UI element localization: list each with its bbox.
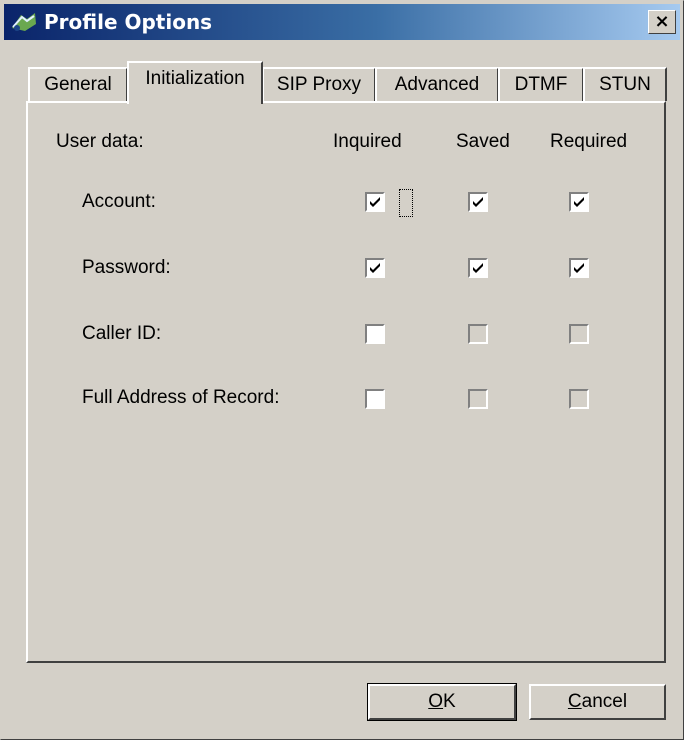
checkmark-icon <box>473 263 483 273</box>
tab-advanced-label: Advanced <box>394 74 480 95</box>
cancel-label: ancel <box>581 691 628 712</box>
close-button[interactable]: × <box>648 10 676 34</box>
caller-id-required-checkbox[interactable] <box>569 324 589 344</box>
window-title: Profile Options <box>44 10 213 34</box>
password-required-checkbox[interactable] <box>569 258 589 278</box>
checkmark-icon <box>574 197 584 207</box>
tab-sip-proxy[interactable]: SIP Proxy <box>262 67 376 101</box>
caller-id-inquired-checkbox[interactable] <box>365 324 385 344</box>
checkmark-icon <box>370 197 380 207</box>
ok-label: K <box>443 691 456 712</box>
required-header: Required <box>550 131 628 152</box>
profile-options-window: Profile Options × General Initialization… <box>0 0 684 740</box>
tab-advanced[interactable]: Advanced <box>375 67 499 101</box>
cancel-button[interactable]: Cancel <box>529 684 666 720</box>
tab-general[interactable]: General <box>28 67 128 101</box>
focus-indicator <box>399 189 413 217</box>
account-saved-checkbox[interactable] <box>468 192 488 212</box>
tab-initialization-label: Initialization <box>145 68 245 89</box>
tab-dtmf-label: DTMF <box>514 74 568 95</box>
saved-header: Saved <box>456 131 510 152</box>
full-address-required-checkbox[interactable] <box>569 389 589 409</box>
checkmark-icon <box>574 263 584 273</box>
caller-id-label: Caller ID: <box>82 323 162 344</box>
full-address-inquired-checkbox[interactable] <box>365 389 385 409</box>
title-bar[interactable]: Profile Options × <box>4 4 680 40</box>
checkmark-icon <box>370 263 380 273</box>
tab-dtmf[interactable]: DTMF <box>498 67 584 101</box>
tab-initialization[interactable]: Initialization <box>127 61 263 104</box>
inquired-header: Inquired <box>333 131 402 152</box>
password-label: Password: <box>82 257 171 278</box>
tab-stun-label: STUN <box>599 74 651 95</box>
account-label: Account: <box>82 191 156 212</box>
password-saved-checkbox[interactable] <box>468 258 488 278</box>
initialization-panel: User data: Inquired Saved Required Accou… <box>26 101 666 663</box>
full-address-saved-checkbox[interactable] <box>468 389 488 409</box>
account-required-checkbox[interactable] <box>569 192 589 212</box>
app-icon <box>12 13 36 31</box>
ok-button[interactable]: OK <box>367 683 517 721</box>
checkmark-icon <box>473 197 483 207</box>
tab-general-label: General <box>44 74 112 95</box>
cancel-mnemonic: C <box>567 691 582 712</box>
password-inquired-checkbox[interactable] <box>365 258 385 278</box>
tab-stun[interactable]: STUN <box>583 67 667 101</box>
tab-sip-proxy-label: SIP Proxy <box>276 74 362 95</box>
account-inquired-checkbox[interactable] <box>365 192 385 212</box>
caller-id-saved-checkbox[interactable] <box>468 324 488 344</box>
ok-mnemonic: O <box>428 691 444 712</box>
user-data-label: User data: <box>56 131 144 152</box>
full-address-label: Full Address of Record: <box>82 387 280 408</box>
